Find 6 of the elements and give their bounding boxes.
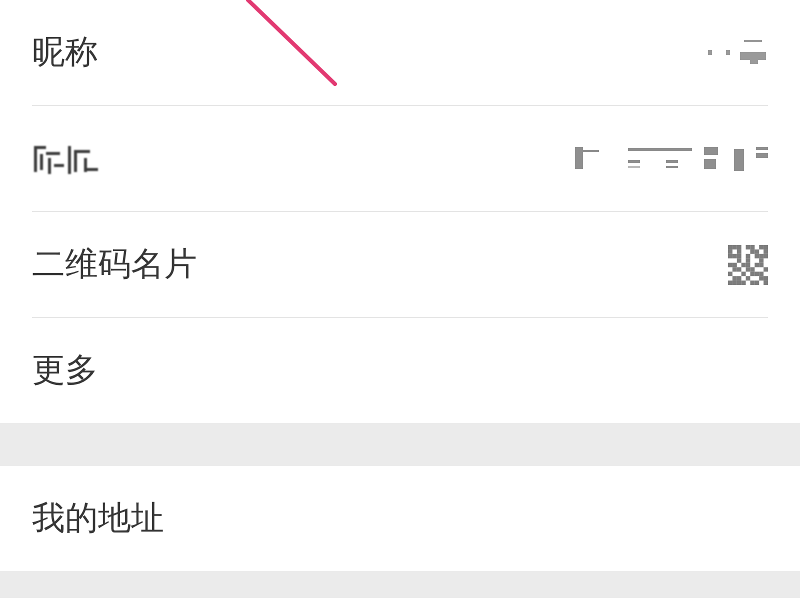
settings-row[interactable]: 更多 bbox=[0, 318, 800, 423]
settings-row[interactable]: 二维码名片 bbox=[0, 212, 800, 317]
qr-code-icon bbox=[728, 244, 768, 284]
settings-row[interactable]: 我的地址 bbox=[0, 466, 800, 571]
blurred-text-drawing bbox=[706, 40, 768, 66]
settings-row[interactable]: 昵称 bbox=[0, 0, 800, 105]
